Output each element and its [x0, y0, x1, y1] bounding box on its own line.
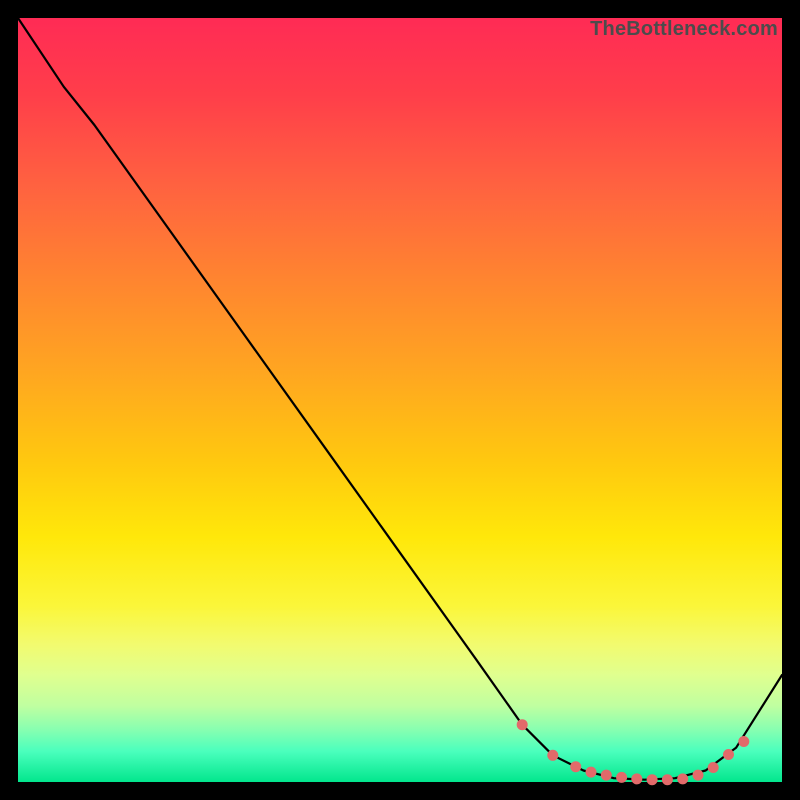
marker-dot	[548, 750, 558, 760]
bottleneck-curve	[18, 18, 782, 780]
marker-dot	[632, 774, 642, 784]
marker-dot	[601, 770, 611, 780]
plot-area: TheBottleneck.com	[18, 18, 782, 782]
marker-dot	[678, 774, 688, 784]
marker-dot	[571, 762, 581, 772]
chart-stage: TheBottleneck.com	[0, 0, 800, 800]
marker-dot	[693, 770, 703, 780]
chart-overlay	[18, 18, 782, 782]
marker-dot	[739, 737, 749, 747]
marker-dot	[617, 772, 627, 782]
marker-dot	[586, 767, 596, 777]
marker-dot	[708, 763, 718, 773]
marker-dot	[662, 775, 672, 785]
marker-dot	[724, 750, 734, 760]
marker-group	[517, 720, 749, 785]
marker-dot	[517, 720, 527, 730]
marker-dot	[647, 775, 657, 785]
